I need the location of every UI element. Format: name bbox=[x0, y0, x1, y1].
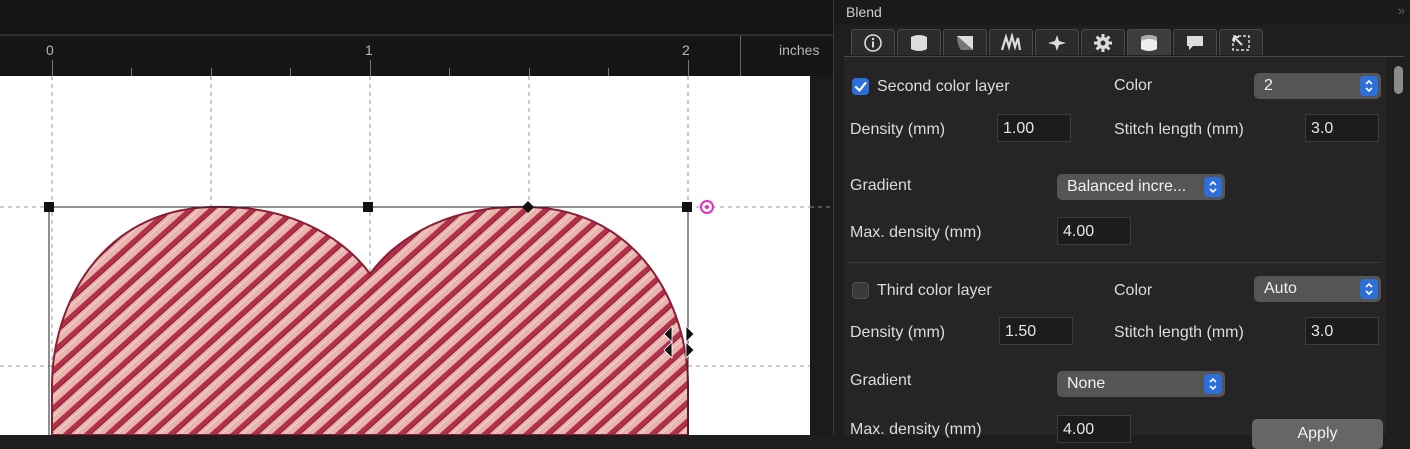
resize-icon bbox=[1232, 34, 1250, 51]
second-max-density-label: Max. density (mm) bbox=[850, 224, 982, 241]
ruler-label-1: 1 bbox=[365, 42, 373, 58]
canvas-margin bbox=[810, 76, 833, 435]
motif-icon bbox=[1048, 34, 1066, 51]
ruler-label-2: 2 bbox=[682, 42, 690, 58]
third-max-density-label: Max. density (mm) bbox=[850, 421, 982, 438]
ruler-minor-tick bbox=[608, 68, 609, 76]
checkmark-icon bbox=[854, 81, 867, 92]
third-gradient-select[interactable]: None bbox=[1057, 371, 1225, 397]
third-color-select[interactable]: Auto bbox=[1254, 276, 1381, 302]
panel-header: Blend » bbox=[834, 0, 1410, 25]
resize-handle-top-right[interactable] bbox=[682, 202, 692, 212]
stitch-effect-icon bbox=[1000, 32, 1022, 51]
resize-handle-top-left[interactable] bbox=[44, 202, 54, 212]
third-stitch-length-input[interactable]: 3.0 bbox=[1305, 317, 1379, 345]
collapse-panel-icon[interactable]: » bbox=[1398, 3, 1405, 18]
second-stitch-length-label: Stitch length (mm) bbox=[1114, 121, 1244, 138]
ruler-minor-tick bbox=[290, 68, 291, 76]
second-density-input[interactable]: 1.00 bbox=[997, 114, 1071, 142]
canvas-drawing[interactable] bbox=[0, 76, 833, 435]
third-density-label: Density (mm) bbox=[850, 324, 946, 341]
gear-icon bbox=[1094, 33, 1112, 52]
tab-info[interactable] bbox=[851, 29, 895, 55]
tab-blend[interactable] bbox=[1127, 29, 1171, 55]
canvas-toolbar-strip bbox=[0, 0, 833, 35]
ruler-minor-tick bbox=[529, 68, 530, 76]
third-color-label: Color bbox=[1114, 282, 1153, 299]
ruler-major-tick bbox=[370, 60, 371, 76]
panel-tab-bar bbox=[851, 29, 1265, 56]
apply-button[interactable]: Apply bbox=[1252, 419, 1383, 449]
third-density-input[interactable]: 1.50 bbox=[999, 317, 1073, 345]
heart-shape[interactable] bbox=[51, 205, 689, 435]
third-stitch-length-label: Stitch length (mm) bbox=[1114, 324, 1244, 341]
second-gradient-select[interactable]: Balanced incre... bbox=[1057, 174, 1225, 200]
resize-handle-top-center[interactable] bbox=[363, 202, 373, 212]
second-max-density-input[interactable]: 4.00 bbox=[1057, 217, 1131, 245]
scrollbar-thumb[interactable] bbox=[1394, 66, 1403, 94]
tab-settings[interactable] bbox=[1081, 29, 1125, 55]
fill-shape-icon bbox=[911, 34, 927, 51]
second-stitch-length-input[interactable]: 3.0 bbox=[1305, 114, 1379, 142]
section-divider bbox=[847, 262, 1382, 263]
ruler-minor-tick bbox=[449, 68, 450, 76]
ruler-label-0: 0 bbox=[46, 42, 54, 58]
panel-title: Blend bbox=[846, 4, 882, 20]
third-color-layer-label: Third color layer bbox=[877, 282, 992, 299]
scrollbar-track[interactable] bbox=[1389, 57, 1405, 435]
info-icon bbox=[864, 33, 882, 52]
second-gradient-value: Balanced incre... bbox=[1067, 178, 1187, 195]
second-color-value: 2 bbox=[1264, 77, 1273, 94]
tab-fill[interactable] bbox=[897, 29, 941, 55]
ruler-major-tick bbox=[52, 60, 53, 76]
tab-resize[interactable] bbox=[1219, 29, 1263, 55]
chevron-updown-icon bbox=[1204, 177, 1222, 197]
blend-icon bbox=[1141, 34, 1157, 51]
ruler-units-label: inches bbox=[779, 42, 820, 58]
third-color-layer-checkbox[interactable] bbox=[852, 282, 869, 299]
horizontal-ruler: 0 1 2 inches bbox=[0, 35, 833, 77]
blend-panel: Blend » Second color layer Color 2 Densi… bbox=[833, 0, 1410, 449]
third-gradient-label: Gradient bbox=[850, 372, 912, 389]
tab-gradient-fill[interactable] bbox=[943, 29, 987, 55]
third-gradient-value: None bbox=[1067, 375, 1106, 392]
tab-stitch-effect[interactable] bbox=[989, 29, 1033, 55]
ruler-minor-tick bbox=[131, 68, 132, 76]
ruler-major-tick bbox=[688, 60, 689, 76]
tab-comment[interactable] bbox=[1173, 29, 1217, 55]
second-density-label: Density (mm) bbox=[850, 121, 946, 138]
chevron-updown-icon bbox=[1360, 279, 1378, 299]
rotate-handle[interactable] bbox=[700, 200, 714, 214]
second-color-layer-label: Second color layer bbox=[877, 78, 1010, 95]
chevron-updown-icon bbox=[1204, 374, 1222, 394]
design-canvas-area: 0 1 2 inches bbox=[0, 0, 833, 435]
second-color-layer-checkbox[interactable] bbox=[852, 78, 869, 95]
ruler-end-divider bbox=[740, 36, 741, 76]
second-gradient-label: Gradient bbox=[850, 177, 912, 194]
third-color-value: Auto bbox=[1264, 280, 1297, 297]
third-max-density-input[interactable]: 4.00 bbox=[1057, 415, 1131, 443]
second-color-select[interactable]: 2 bbox=[1254, 73, 1381, 99]
blend-settings-content: Second color layer Color 2 Density (mm) … bbox=[844, 57, 1386, 449]
tab-motif[interactable] bbox=[1035, 29, 1079, 55]
chevron-updown-icon bbox=[1360, 76, 1378, 96]
ruler-minor-tick bbox=[211, 68, 212, 76]
comment-icon bbox=[1187, 35, 1203, 50]
second-color-label: Color bbox=[1114, 77, 1153, 94]
gradient-fill-icon bbox=[957, 35, 973, 50]
